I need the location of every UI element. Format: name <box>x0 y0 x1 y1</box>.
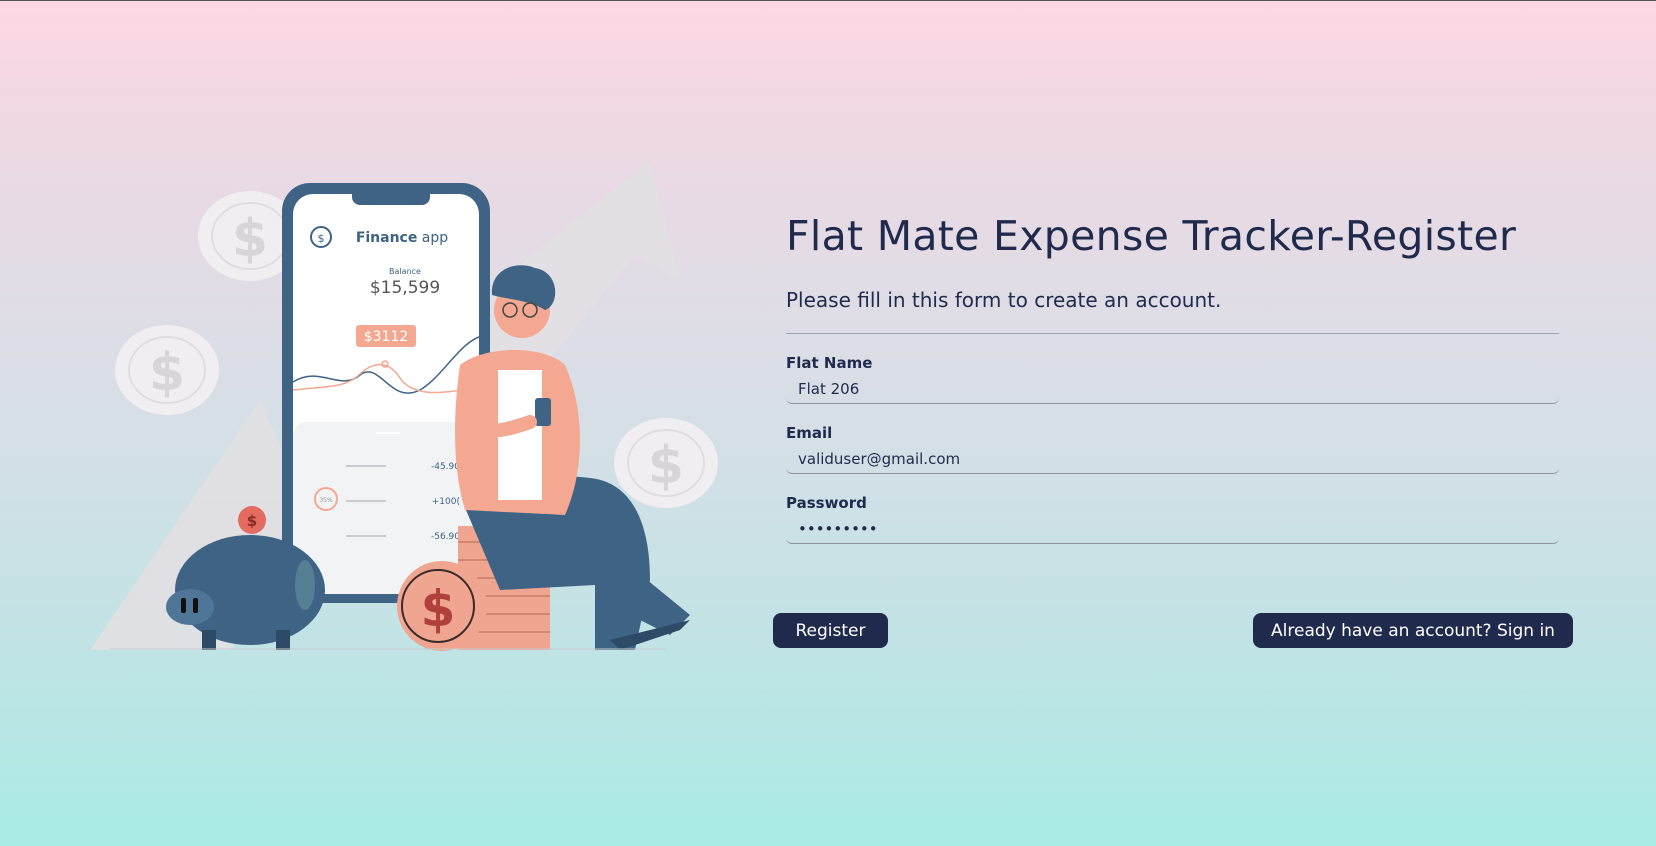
email-field: Email <box>786 424 1559 474</box>
password-input[interactable] <box>786 514 1559 544</box>
app-title-bold: Finance <box>356 230 418 246</box>
email-input[interactable] <box>786 444 1559 474</box>
progress-label: 35% <box>319 497 333 504</box>
flat-name-label: Flat Name <box>786 354 873 372</box>
transaction-amount: -56.90 <box>431 532 460 542</box>
flat-name-input[interactable] <box>786 374 1559 404</box>
dollar-coin-icon: $ <box>397 561 487 651</box>
email-label: Email <box>786 424 833 442</box>
divider <box>786 333 1559 334</box>
register-button[interactable]: Register <box>773 613 888 648</box>
password-label: Password <box>786 494 867 512</box>
register-form: Flat Mate Expense Tracker-Register Pleas… <box>786 212 1559 544</box>
svg-text:$: $ <box>648 436 684 496</box>
svg-text:$: $ <box>149 343 185 403</box>
transaction-amount: +100( <box>432 497 460 507</box>
dollar-icon: $ <box>318 232 325 245</box>
highlight-value: $3112 <box>364 329 409 345</box>
more-vert-icon <box>481 228 485 246</box>
svg-text:$: $ <box>232 209 268 269</box>
svg-text:$: $ <box>421 580 456 638</box>
svg-text:Finance app: Finance app <box>356 230 448 246</box>
form-subtitle: Please fill in this form to create an ac… <box>786 288 1222 312</box>
sign-in-button[interactable]: Already have an account? Sign in <box>1253 613 1573 648</box>
finance-illustration: $ $ $ $ Finance app Balance $15,599 $311… <box>90 160 730 690</box>
dollar-coin-icon: $ <box>115 325 219 415</box>
dollar-coin-icon: $ <box>614 418 718 508</box>
page-title: Flat Mate Expense Tracker-Register <box>786 212 1517 260</box>
top-border <box>0 0 1656 1</box>
app-title-rest: app <box>417 230 448 246</box>
balance-label: Balance <box>389 267 421 276</box>
transaction-amount: -45.90 <box>431 462 460 472</box>
flat-name-field: Flat Name <box>786 354 1559 404</box>
password-field: Password <box>786 494 1559 544</box>
balance-value: $15,599 <box>370 278 440 298</box>
svg-text:$: $ <box>247 512 257 530</box>
